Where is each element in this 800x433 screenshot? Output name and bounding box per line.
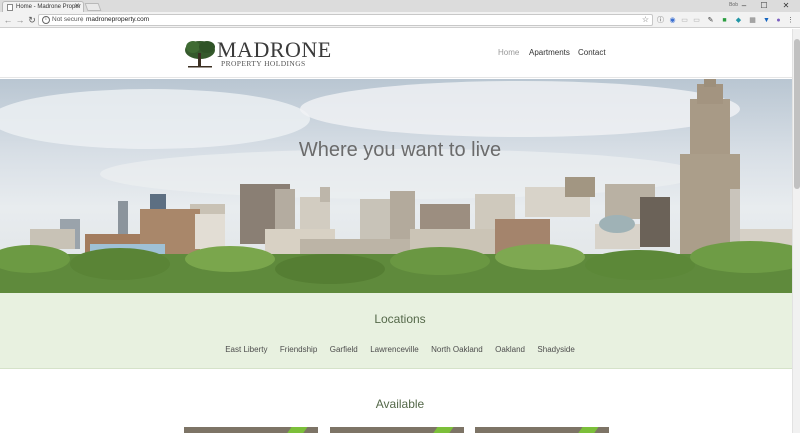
card-ribbon [426,427,458,433]
info-icon[interactable]: i [42,16,50,24]
nav-home[interactable]: Home [498,48,519,57]
maximize-icon[interactable]: ☐ [754,0,774,11]
location-link[interactable]: Garfield [330,345,358,354]
extension-info-icon[interactable]: ⓘ [656,16,665,25]
url-separator: | [81,16,83,23]
extension-grid-icon[interactable]: ▦ [748,16,757,25]
location-link[interactable]: East Liberty [225,345,267,354]
location-link[interactable]: North Oakland [431,345,483,354]
forward-icon[interactable]: → [14,14,26,26]
location-link[interactable]: Friendship [280,345,317,354]
location-link[interactable]: Oakland [495,345,525,354]
tab-title: Home - Madrone Proper [16,4,81,10]
available-title: Available [375,397,425,411]
browser-tabstrip: Home - Madrone Proper ✕ Bob – ☐ ✕ [0,0,800,12]
site-header: MADRONE PROPERTY HOLDINGS Home Apartment… [0,28,800,78]
page-icon [7,4,13,11]
url-text[interactable]: madroneproperty.com [86,15,149,25]
page-scrollbar[interactable] [792,29,800,433]
minimize-icon[interactable]: – [734,0,754,11]
card-ribbon [571,427,603,433]
logo-subtitle: PROPERTY HOLDINGS [221,59,306,68]
hero-banner: Where you want to live [0,79,800,293]
back-icon[interactable]: ← [2,14,14,26]
nav-apartments[interactable]: Apartments [529,48,570,57]
hero-headline: Where you want to live [298,139,502,161]
listing-card-image[interactable] [330,427,464,433]
scrollbar-thumb[interactable] [794,39,800,189]
address-bar[interactable]: i Not secure | madroneproperty.com ☆ [38,14,653,26]
extension-pocket-icon[interactable]: ◉ [668,16,677,25]
nav-contact[interactable]: Contact [578,48,606,57]
listing-card-image[interactable] [475,427,609,433]
browser-tab-home[interactable]: Home - Madrone Proper ✕ [2,1,84,12]
extension-dropper-icon[interactable]: ✎ [706,16,715,25]
close-icon[interactable]: ✕ [74,2,80,12]
site-logo[interactable]: MADRONE PROPERTY HOLDINGS [184,37,331,69]
city-skyline-image [0,79,800,293]
locations-list: East Liberty Friendship Garfield Lawrenc… [0,339,800,357]
tree-icon [185,41,215,68]
listing-card-image[interactable] [184,427,318,433]
reload-icon[interactable]: ↻ [26,14,38,26]
extension-icon[interactable]: ▭ [680,16,689,25]
extension-green-icon[interactable]: ■ [720,16,729,25]
extension-filter-icon[interactable]: ▼ [762,16,771,25]
location-link[interactable]: Lawrenceville [370,345,418,354]
new-tab-button[interactable] [84,3,102,11]
locations-section: Locations East Liberty Friendship Garfie… [0,293,800,369]
extension-teal-icon[interactable]: ◆ [734,16,743,25]
browser-toolbar: ← → ↻ i Not secure | madroneproperty.com… [0,12,800,28]
close-window-icon[interactable]: ✕ [776,0,796,11]
location-link[interactable]: Shadyside [537,345,574,354]
locations-title: Locations [374,312,426,326]
extension-purple-icon[interactable]: ● [774,16,783,25]
extension-icon[interactable]: ▭ [692,16,701,25]
menu-icon[interactable]: ⋮ [786,16,795,25]
card-ribbon [280,427,312,433]
bookmark-star-icon[interactable]: ☆ [642,15,649,25]
security-label: Not secure [52,16,84,23]
